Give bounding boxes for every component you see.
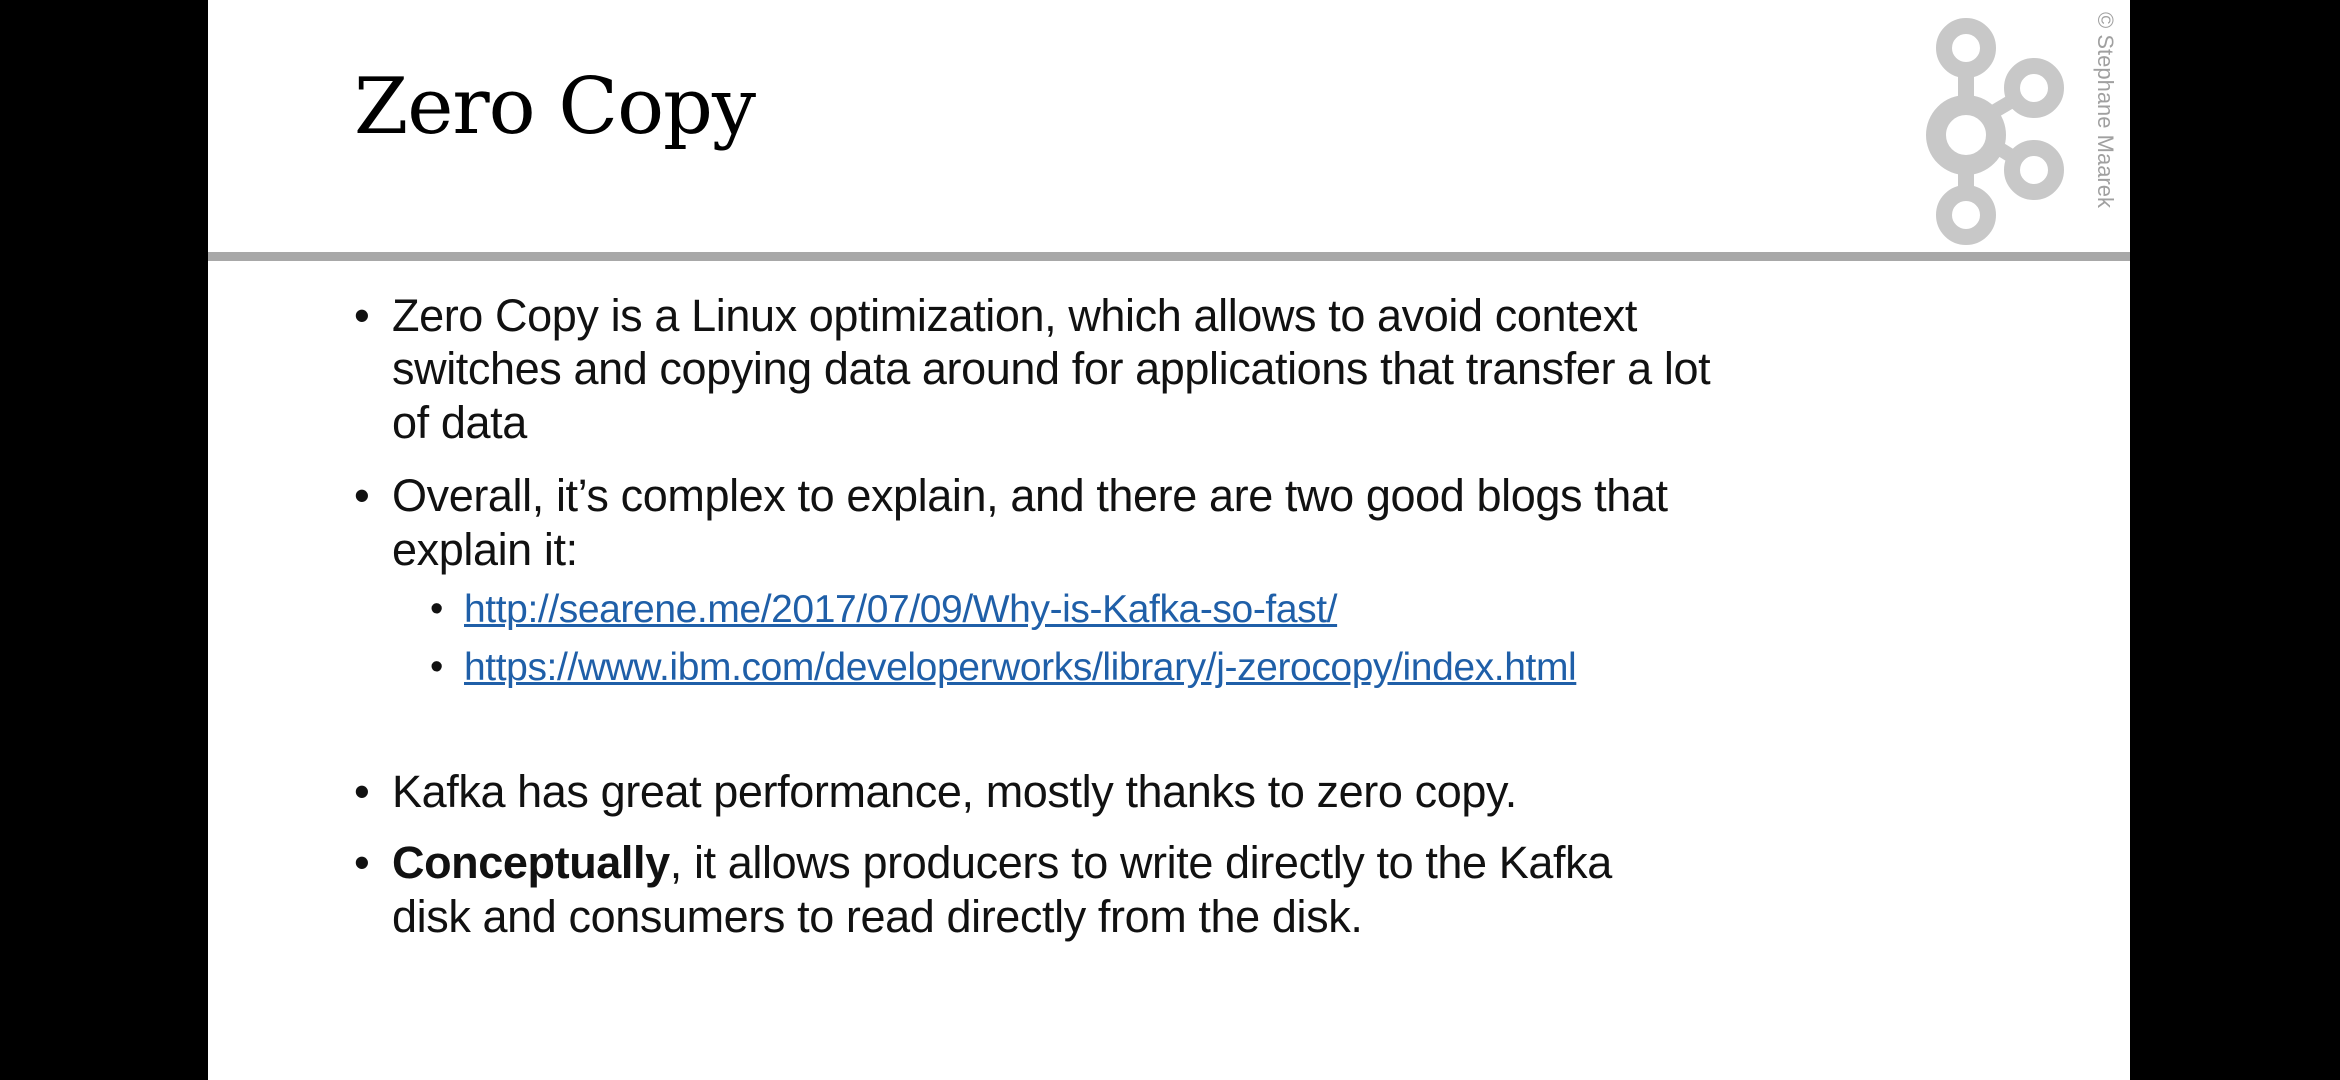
bullet-icon: • — [354, 290, 370, 341]
slide-title: Zero Copy — [354, 62, 756, 152]
bullet-1-line-1: Zero Copy is a Linux optimization, which… — [392, 290, 1638, 341]
sub-bullet-icon: • — [430, 588, 444, 630]
link-searene[interactable]: http://searene.me/2017/07/09/Why-is-Kafk… — [464, 588, 1338, 632]
bullet-1-line-2: switches and copying data around for app… — [392, 343, 1711, 394]
bullet-4-text: , it allows producers to write directly … — [669, 837, 1613, 888]
link-ibm-zerocopy[interactable]: https://www.ibm.com/developerworks/libra… — [464, 646, 1577, 690]
bullet-4-line-1: Conceptually, it allows producers to wri… — [392, 837, 1612, 889]
bullet-icon: • — [354, 766, 370, 817]
bold-term: Conceptually — [392, 837, 670, 888]
slide: Zero Copy © Stephane Maarek • Zero Copy … — [208, 0, 2130, 1080]
bullet-3-line-1: Kafka has great performance, mostly than… — [392, 766, 1517, 817]
bullet-1-line-3: of data — [392, 397, 527, 448]
kafka-logo-icon — [1926, 18, 2064, 245]
bullet-icon: • — [354, 837, 370, 888]
sub-bullet-icon: • — [430, 646, 444, 688]
header-divider — [208, 252, 2130, 261]
bullet-2-line-1: Overall, it’s complex to explain, and th… — [392, 470, 1668, 521]
copyright-text: © Stephane Maarek — [2093, 12, 2118, 208]
bullet-2-line-2: explain it: — [392, 524, 578, 575]
bullet-4-line-2: disk and consumers to read directly from… — [392, 891, 1363, 942]
bullet-icon: • — [354, 470, 370, 521]
